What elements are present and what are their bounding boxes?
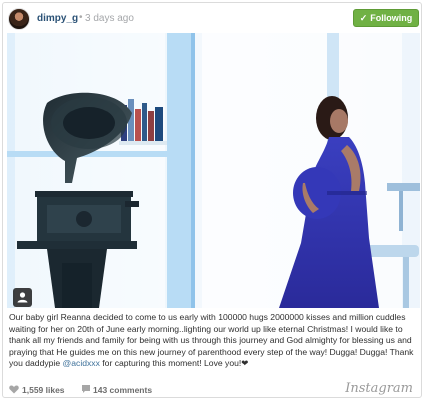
post-card: dimpy_g • 3 days ago ✓ Following Our bab… [2,2,422,398]
post-photo[interactable] [7,33,420,308]
post-footer: 1,559 likes 143 comments Instagram [3,381,421,397]
comment-icon[interactable] [81,384,91,394]
post-caption: Our baby girl Reanna decided to come to … [9,312,419,370]
separator-dot: • [79,12,83,23]
instagram-logo[interactable]: Instagram [345,381,413,396]
mention-link[interactable]: @acidxxx [63,358,100,368]
check-icon: ✓ [359,13,368,23]
following-button[interactable]: ✓ Following [353,9,419,27]
username-link[interactable]: dimpy_g [37,13,78,24]
post-time[interactable]: 3 days ago [85,13,134,24]
photo-illustration [7,33,420,308]
likes-count[interactable]: 1,559 likes [22,385,65,395]
following-label: Following [370,13,413,23]
comments-count[interactable]: 143 comments [93,385,152,395]
heart-icon[interactable] [9,385,19,394]
avatar[interactable] [8,8,30,30]
post-header: dimpy_g • 3 days ago ✓ Following [3,3,421,35]
heart-emoji: ❤ [241,358,249,369]
user-tag-icon [17,292,28,303]
user-tag-button[interactable] [13,288,32,307]
caption-text-end: for capturing this moment! Love you! [99,358,242,369]
